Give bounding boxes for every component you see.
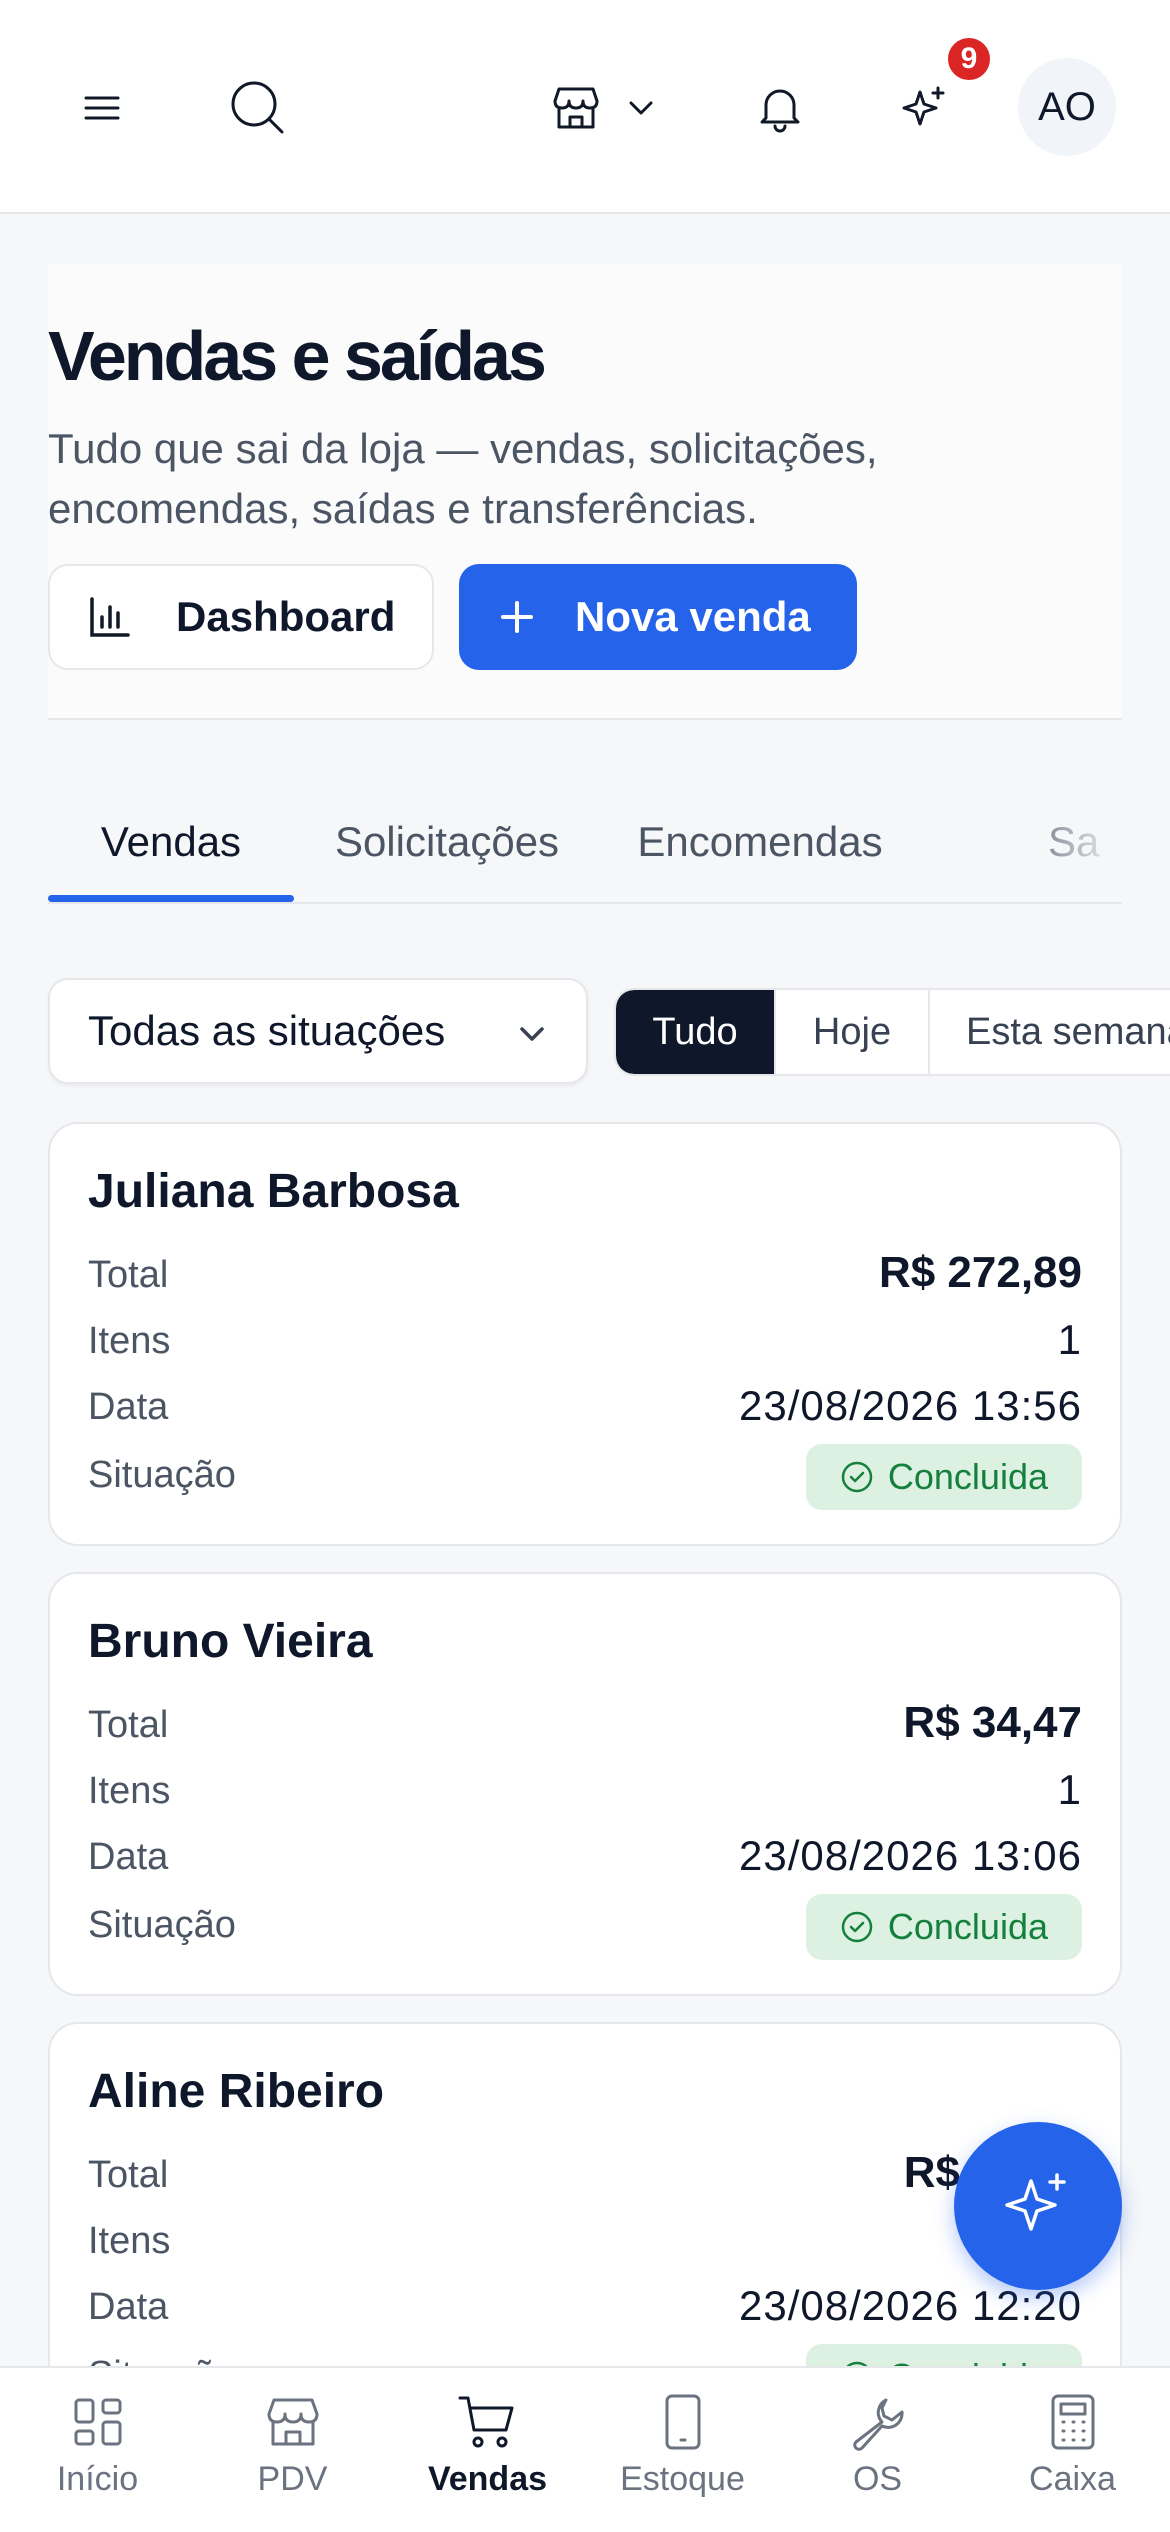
tab-fade [1002, 780, 1122, 900]
date-value: 23/08/2026 13:56 [739, 1382, 1082, 1429]
page-subtitle: Tudo que sai da loja — vendas, solicitaç… [48, 425, 878, 532]
store-selector[interactable] [540, 68, 670, 148]
date-label: Data [88, 1386, 169, 1428]
date-value: 23/08/2026 13:06 [739, 1832, 1082, 1879]
items-value: 1 [1057, 1316, 1082, 1363]
status-badge: Concluida [805, 1894, 1082, 1960]
customer-name: Juliana Barbosa [88, 1165, 459, 1218]
top-bar: 9 AO [0, 0, 1170, 214]
date-label: Data [88, 1836, 169, 1878]
date-label: Data [88, 2286, 169, 2328]
items-value: 1 [1057, 1766, 1082, 1813]
ai-fab-button[interactable] [954, 2122, 1122, 2290]
check-circle-icon [841, 1461, 873, 1493]
customer-name: Bruno Vieira [88, 1615, 373, 1668]
active-tab-indicator [48, 895, 294, 902]
grid-icon [74, 2398, 121, 2446]
tab-solicitacoes[interactable]: Solicitações [294, 780, 600, 902]
items-label: Itens [88, 2220, 171, 2262]
items-label: Itens [88, 1770, 171, 1812]
status-text: Concluida [887, 1906, 1048, 1947]
sparkles-icon [1005, 2173, 1066, 2231]
chevron-down-icon [629, 101, 653, 115]
search-icon [231, 81, 284, 134]
total-value: R$ 272,89 [878, 1248, 1082, 1297]
store-icon [553, 87, 599, 129]
avatar[interactable]: AO [1018, 58, 1116, 156]
period-filter: Tudo Hoje Esta semana [614, 988, 1170, 1076]
dashboard-button[interactable]: Dashboard [48, 564, 434, 670]
nav-label: PDV [257, 2460, 328, 2498]
total-value: R$ 34,47 [903, 1698, 1082, 1747]
tab-encomendas[interactable]: Encomendas [600, 780, 920, 902]
page-title: Vendas e saídas [48, 317, 547, 395]
status-filter-select[interactable]: Todas as situações [48, 978, 588, 1084]
sale-card[interactable]: Juliana Barbosa Total R$ 272,89 Itens 1 … [48, 1122, 1122, 1546]
page-header: Vendas e saídas Tudo que sai da loja — v… [48, 264, 1122, 720]
sale-card[interactable]: Bruno Vieira Total R$ 34,47 Itens 1 Data… [48, 1572, 1122, 1996]
calculator-icon [1051, 2394, 1094, 2450]
total-label: Total [88, 1704, 169, 1746]
new-sale-button-label: Nova venda [575, 593, 811, 640]
dashboard-button-label: Dashboard [176, 593, 396, 640]
tab-bar: Vendas Solicitações Encomendas Sa [48, 780, 1122, 904]
nav-item-pdv[interactable]: PDV [195, 2368, 390, 2532]
ai-assistant-button[interactable] [884, 68, 964, 148]
notification-badge: 9 [944, 34, 994, 84]
nav-item-os[interactable]: OS [780, 2368, 975, 2532]
nav-label: Início [56, 2460, 139, 2498]
menu-icon [84, 96, 120, 120]
status-label: Situação [88, 1904, 236, 1946]
sparkles-icon [902, 86, 945, 126]
status-text: Concluida [887, 1456, 1048, 1497]
period-option-today[interactable]: Hoje [776, 990, 930, 1074]
new-sale-button[interactable]: Nova venda [459, 564, 857, 670]
tab-vendas[interactable]: Vendas [48, 780, 294, 902]
total-label: Total [88, 1254, 169, 1296]
chevron-down-icon [520, 1027, 544, 1041]
menu-button[interactable] [62, 68, 142, 148]
total-value: R$ [903, 2148, 960, 2197]
phone-icon [665, 2394, 700, 2450]
wrench-icon [852, 2398, 904, 2451]
plus-icon [501, 601, 533, 633]
status-label: Situação [88, 1454, 236, 1496]
notifications-button[interactable] [740, 68, 820, 148]
search-button[interactable] [218, 64, 298, 152]
bell-icon [760, 89, 800, 133]
total-label: Total [88, 2154, 169, 2196]
nav-label: Estoque [620, 2460, 745, 2498]
status-badge: Concluida [805, 1444, 1082, 1510]
period-option-week[interactable]: Esta semana [930, 990, 1170, 1074]
nav-item-caixa[interactable]: Caixa [975, 2368, 1170, 2532]
customer-name: Aline Ribeiro [88, 2065, 385, 2118]
nav-item-inicio[interactable]: Início [0, 2368, 195, 2532]
status-filter-value: Todas as situações [88, 1007, 446, 1054]
nav-item-estoque[interactable]: Estoque [585, 2368, 780, 2532]
items-label: Itens [88, 1320, 171, 1362]
cart-icon [458, 2396, 513, 2448]
bottom-navigation: Início PDV Vendas Estoque OS Caixa [0, 2366, 1170, 2532]
check-circle-icon [841, 1911, 873, 1943]
store-icon [267, 2398, 318, 2446]
nav-item-vendas[interactable]: Vendas [390, 2368, 585, 2532]
nav-label: OS [852, 2460, 903, 2498]
nav-label: Vendas [427, 2460, 548, 2498]
period-option-all[interactable]: Tudo [616, 990, 776, 1074]
bar-chart-icon [90, 597, 130, 637]
nav-label: Caixa [1029, 2460, 1116, 2498]
